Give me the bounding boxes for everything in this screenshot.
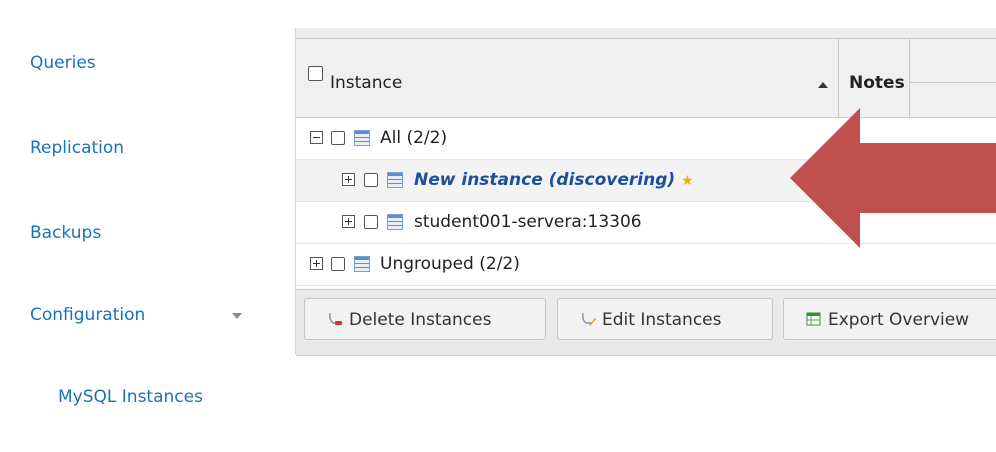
expand-icon[interactable]: [342, 173, 355, 186]
row-checkbox[interactable]: [364, 215, 378, 229]
sidebar-item-backups[interactable]: Backups: [30, 223, 101, 243]
row-label: Ungrouped (2/2): [380, 254, 520, 274]
edit-instances-button[interactable]: Edit Instances: [557, 298, 773, 340]
select-all-checkbox[interactable]: [308, 66, 323, 81]
expand-icon[interactable]: [342, 215, 355, 228]
collapse-icon[interactable]: [310, 131, 323, 144]
row-checkbox[interactable]: [331, 131, 345, 145]
server-icon: [387, 214, 403, 230]
edit-instances-label: Edit Instances: [602, 310, 722, 330]
grid-top-strip: [296, 28, 996, 39]
edit-instance-icon: [582, 312, 596, 326]
star-icon: ★: [681, 173, 694, 189]
column-header-instance[interactable]: Instance: [296, 39, 839, 117]
column-header-notes[interactable]: Notes: [839, 39, 910, 117]
server-icon: [354, 130, 370, 146]
spreadsheet-icon: [806, 312, 821, 326]
header-divider: [909, 82, 996, 83]
export-overview-label: Export Overview: [828, 310, 970, 330]
export-overview-button[interactable]: Export Overview: [783, 298, 996, 340]
grid-toolbar: Delete Instances Edit Instances Export O…: [296, 289, 996, 356]
server-icon: [387, 172, 403, 188]
sort-ascending-icon[interactable]: [818, 82, 828, 88]
sidebar-subitem-mysql-instances[interactable]: MySQL Instances: [58, 387, 203, 407]
row-label: New instance (discovering): [414, 170, 676, 190]
column-header-notes-label: Notes: [849, 73, 905, 93]
delete-instances-label: Delete Instances: [349, 310, 492, 330]
delete-instance-icon: [329, 312, 342, 325]
sidebar-item-queries[interactable]: Queries: [30, 53, 96, 73]
chevron-down-icon[interactable]: [232, 313, 242, 319]
row-checkbox[interactable]: [331, 257, 345, 271]
table-row[interactable]: Ungrouped (2/2): [296, 244, 996, 286]
sidebar-item-replication[interactable]: Replication: [30, 138, 124, 158]
expand-icon[interactable]: [310, 257, 323, 270]
grid-header: Instance Notes: [296, 39, 996, 118]
server-icon: [354, 256, 370, 272]
row-label: All (2/2): [380, 128, 448, 148]
screen: Queries Replication Backups Configuratio…: [0, 0, 996, 452]
sidebar-item-configuration[interactable]: Configuration: [30, 305, 145, 325]
row-label: student001-servera:13306: [414, 212, 642, 232]
row-checkbox[interactable]: [364, 173, 378, 187]
column-header-instance-label: Instance: [330, 73, 403, 93]
delete-instances-button[interactable]: Delete Instances: [304, 298, 546, 340]
row-label-wrapper: New instance (discovering) ★: [414, 170, 694, 190]
annotation-arrow-icon: [790, 108, 996, 248]
